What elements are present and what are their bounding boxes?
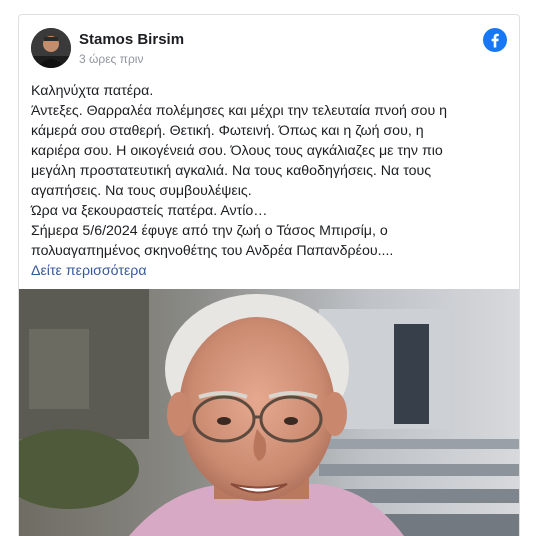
post-timestamp[interactable]: 3 ώρες πριν [79,52,143,66]
post-line: Άντεξες. Θαρραλέα πολέμησες και μέχρι τη… [31,103,448,119]
post-author[interactable]: Stamos Birsim [79,31,184,48]
facebook-post-card: Stamos Birsim 3 ώρες πριν Καληνύχτα πατέ… [18,14,520,536]
see-more-link[interactable]: Δείτε περισσότερα [31,261,509,281]
post-line: κάμερά σου σταθερή. Θετική. Φωτεινή. Όπω… [31,123,424,139]
post-text: Καληνύχτα πατέρα. Άντεξες. Θαρραλέα πολέ… [31,81,509,281]
post-line: μεγάλη προστατευτική αγκαλιά. Να τους κα… [31,163,432,179]
facebook-icon [483,28,507,52]
post-photo[interactable] [19,289,519,536]
post-line: Σήμερα 5/6/2024 έφυγε από την ζωή ο Τάσο… [31,223,388,239]
post-line: καριέρα σου. Η οικογένειά σου. Όλους του… [31,143,443,159]
post-line: πολυαγαπημένος σκηνοθέτης του Ανδρέα Παπ… [31,243,394,259]
post-line: αγαπήσεις. Να τους συμβουλέψεις. [31,183,252,199]
post-line: Ώρα να ξεκουραστείς πατέρα. Αντίο… [31,203,268,219]
avatar[interactable] [31,28,71,68]
post-line: Καληνύχτα πατέρα. [31,83,154,99]
